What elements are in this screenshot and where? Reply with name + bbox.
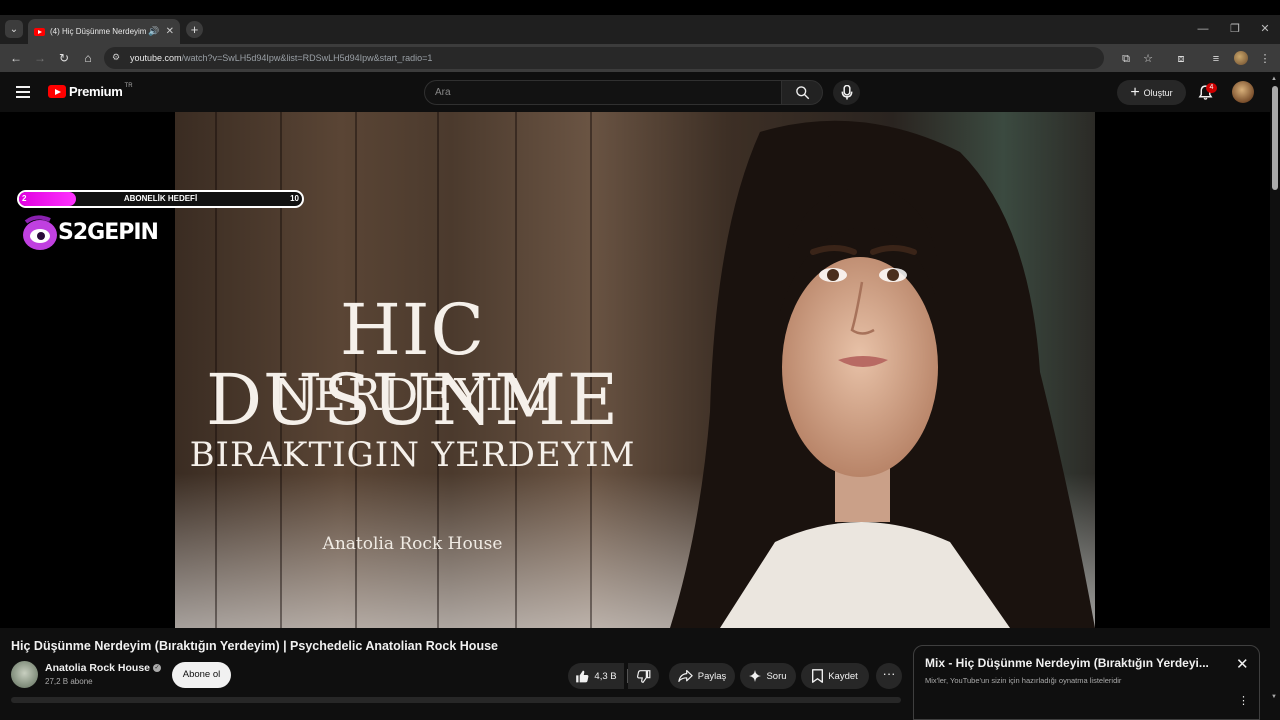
address-bar[interactable]: ⚙ youtube.com/watch?v=SwLH5d94Ipw&list=R… — [104, 47, 1104, 69]
search-input[interactable]: Ara — [424, 80, 782, 105]
save-button[interactable]: Kaydet — [801, 663, 869, 689]
audio-playing-icon[interactable]: 🔊 — [148, 26, 159, 37]
install-app-icon[interactable]: ⧉ — [1119, 52, 1133, 66]
new-tab-button[interactable]: + — [186, 21, 203, 38]
subscriber-goal-widget: 2 ABONELİK HEDEFİ 10 — [17, 190, 304, 208]
notification-badge: 4 — [1206, 83, 1217, 93]
youtube-play-icon — [48, 85, 66, 98]
dislike-button[interactable] — [628, 663, 659, 689]
like-button[interactable]: 4,3 B — [568, 663, 624, 689]
more-actions-icon[interactable]: ··· — [876, 663, 902, 689]
video-player[interactable]: HIC DUSUNME NERDEYIM BIRAKTIGIN YERDEYIM… — [0, 112, 1270, 628]
create-label: Oluştur — [1143, 87, 1173, 98]
close-tab-icon[interactable]: ✕ — [166, 26, 174, 37]
country-code: TR — [124, 82, 133, 89]
home-icon[interactable]: ⌂ — [80, 51, 96, 65]
reload-icon[interactable]: ↻ — [56, 51, 72, 65]
microphone-icon — [841, 85, 852, 100]
description-box-top[interactable] — [11, 697, 901, 703]
channel-avatar[interactable] — [11, 661, 38, 688]
youtube-header: Premium TR Ara + Oluştur — [0, 72, 1280, 112]
share-arrow-icon — [678, 670, 693, 682]
mix-playlist-panel: Mix - Hiç Düşünme Nerdeyim (Bıraktığın Y… — [913, 645, 1260, 720]
channel-name-text: Anatolia Rock House — [45, 662, 151, 674]
mix-subtitle: Mix'ler, YouTube'un sizin için hazırladı… — [925, 676, 1122, 685]
url-host: youtube.com — [130, 53, 182, 63]
media-controls-icon[interactable]: ≡ — [1209, 52, 1223, 66]
close-icon[interactable]: ✕ — [1236, 655, 1249, 673]
account-avatar[interactable] — [1232, 81, 1254, 103]
restore-window-icon[interactable]: ❐ — [1220, 15, 1250, 44]
browser-toolbar: ← → ↻ ⌂ ⚙ youtube.com/watch?v=SwLH5d94Ip… — [0, 44, 1280, 72]
youtube-favicon-icon — [34, 27, 45, 36]
forward-icon[interactable]: → — [32, 51, 48, 65]
search-button[interactable] — [781, 80, 823, 105]
goal-end-value: 10 — [290, 194, 299, 203]
video-details: Hiç Düşünme Nerdeyim (Bıraktığın Yerdeyi… — [0, 628, 1270, 720]
goal-label: ABONELİK HEDEFİ — [123, 194, 198, 203]
scroll-down-arrow-icon[interactable]: ▼ — [1271, 694, 1277, 700]
youtube-logo[interactable]: Premium TR — [48, 82, 133, 99]
minimize-window-icon[interactable]: — — [1188, 15, 1218, 44]
back-icon[interactable]: ← — [8, 51, 24, 65]
verified-check-icon: ✓ — [153, 664, 162, 673]
share-label: Paylaş — [697, 670, 727, 682]
search-icon — [795, 86, 809, 100]
plus-icon: + — [1130, 83, 1140, 101]
like-count: 4,3 B — [594, 670, 617, 682]
thumbs-up-icon — [576, 670, 589, 682]
close-window-icon[interactable]: ✕ — [1250, 15, 1280, 44]
url-path: /watch?v=SwLH5d94Ipw&list=RDSwLH5d94Ipw&… — [181, 53, 433, 63]
mix-title[interactable]: Mix - Hiç Düşünme Nerdeyim (Bıraktığın Y… — [925, 656, 1225, 670]
browser-tab-active[interactable]: (4) Hiç Düşünme Nerdeyim 🔊 ✕ — [28, 19, 180, 44]
tab-title: (4) Hiç Düşünme Nerdeyim — [50, 27, 147, 36]
sparkle-icon — [749, 670, 762, 682]
voice-search-button[interactable] — [833, 80, 860, 105]
overlay-logo-text: S2GEPIN — [58, 220, 159, 245]
share-button[interactable]: Paylaş — [669, 663, 735, 689]
video-title: Hiç Düşünme Nerdeyim (Bıraktığın Yerdeyi… — [11, 639, 498, 653]
bookmark-icon — [812, 669, 824, 683]
thumbs-down-icon — [636, 669, 650, 683]
subscriber-count: 27,2 B abone — [45, 677, 93, 686]
extensions-icon[interactable]: ⧈ — [1174, 52, 1188, 66]
scrollbar-thumb[interactable] — [1272, 86, 1278, 190]
scroll-up-arrow-icon[interactable]: ▲ — [1271, 76, 1277, 82]
tab-search-button[interactable]: ⌄ — [5, 20, 23, 38]
menu-icon[interactable] — [16, 86, 30, 98]
brand-label: Premium — [69, 84, 123, 99]
create-button[interactable]: + Oluştur — [1117, 80, 1186, 105]
video-frame[interactable]: HIC DUSUNME NERDEYIM BIRAKTIGIN YERDEYIM… — [175, 112, 1095, 628]
browser-menu-icon[interactable]: ⋮ — [1258, 52, 1272, 66]
thumbnail-title-line2: NERDEYIM — [273, 370, 552, 421]
save-label: Kaydet — [828, 670, 858, 682]
browser-tabstrip: ⌄ (4) Hiç Düşünme Nerdeyim 🔊 ✕ + — [0, 15, 1280, 44]
thumbnail-signature: Anatolia Rock House — [322, 534, 503, 554]
browser-profile-avatar[interactable] — [1234, 51, 1248, 65]
ask-button[interactable]: Soru — [740, 663, 796, 689]
bookmark-star-icon[interactable]: ☆ — [1141, 52, 1155, 66]
site-info-icon[interactable]: ⚙ — [112, 52, 124, 64]
thumbnail-title-line3: BIRAKTIGIN YERDEYIM — [189, 435, 636, 475]
ask-label: Soru — [766, 670, 787, 682]
channel-name[interactable]: Anatolia Rock House ✓ — [45, 662, 162, 674]
mix-more-icon[interactable]: ⋮ — [1238, 694, 1249, 707]
subscribe-button[interactable]: Abone ol — [172, 662, 231, 688]
woman-portrait-image — [670, 120, 1095, 628]
screen-top-border — [0, 0, 1280, 15]
